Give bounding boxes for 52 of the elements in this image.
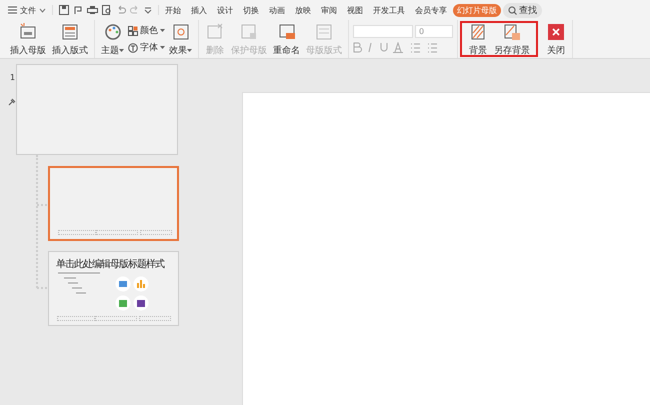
ribbon-tab[interactable]: 开始: [161, 4, 185, 16]
ribbon-button[interactable]: 另存背景: [492, 22, 532, 56]
slide-thumbnail[interactable]: 单击此处编辑母版标题样式: [48, 251, 179, 326]
ribbon-button[interactable]: 重命名: [271, 22, 302, 56]
menu-icon: [8, 6, 17, 14]
lock-icon: [239, 22, 259, 42]
ribbon-button[interactable]: 主题: [99, 22, 126, 56]
ribbon-tab[interactable]: 会员专享: [411, 4, 451, 16]
slide-thumbnail[interactable]: [48, 166, 179, 241]
ribbon-button[interactable]: 插入母版: [8, 22, 48, 56]
font-icon: [128, 42, 138, 52]
ribbon-tab[interactable]: 切换: [239, 4, 263, 16]
ribbon-tab[interactable]: 审阅: [317, 4, 341, 16]
preview-icon[interactable]: [102, 5, 112, 15]
export-icon[interactable]: [73, 5, 83, 15]
caret-icon: [160, 46, 165, 50]
customize-icon[interactable]: [144, 6, 152, 14]
slide-plus-icon: [18, 22, 38, 42]
caret-icon: [160, 28, 165, 32]
palette-icon: [102, 22, 122, 42]
slide-number: 1: [10, 73, 16, 82]
delete-icon: [205, 22, 225, 42]
ribbon-button[interactable]: 效果: [167, 22, 194, 56]
ribbon-button[interactable]: 背景: [466, 22, 490, 56]
layout-icon: [60, 22, 80, 42]
print-icon[interactable]: [87, 5, 98, 15]
fonts-button[interactable]: 字体: [128, 41, 165, 54]
caret-icon: [119, 48, 124, 52]
ribbon-tab[interactable]: 视图: [343, 4, 367, 16]
ribbon-tab[interactable]: 动画: [265, 4, 289, 16]
ribbon-button[interactable]: 插入版式: [50, 22, 90, 56]
layout-icon: [314, 22, 334, 42]
save-background-icon: [502, 22, 522, 42]
chevron-icon: [39, 8, 46, 12]
color-grid-icon: [128, 26, 138, 36]
colors-button[interactable]: 颜色: [128, 24, 165, 37]
ribbon-button[interactable]: 关闭: [544, 22, 568, 56]
ribbon-tab[interactable]: 放映: [291, 4, 315, 16]
file-menu[interactable]: 文件: [4, 4, 50, 16]
caret-icon: [187, 48, 192, 52]
slide-title: 单击此处编辑母版标题样式: [56, 258, 164, 271]
save-icon[interactable]: [59, 5, 69, 15]
search-button[interactable]: 查找: [503, 2, 542, 18]
search-icon: [508, 6, 517, 14]
ribbon-tab[interactable]: 设计: [213, 4, 237, 16]
undo-icon[interactable]: [116, 5, 126, 15]
pin-icon: [8, 98, 16, 106]
ribbon-tab[interactable]: 插入: [187, 4, 211, 16]
rename-icon: [276, 22, 296, 42]
effects-icon: [170, 22, 190, 42]
ribbon-tab[interactable]: 开发工具: [369, 4, 409, 16]
font-name-field[interactable]: [353, 25, 413, 38]
